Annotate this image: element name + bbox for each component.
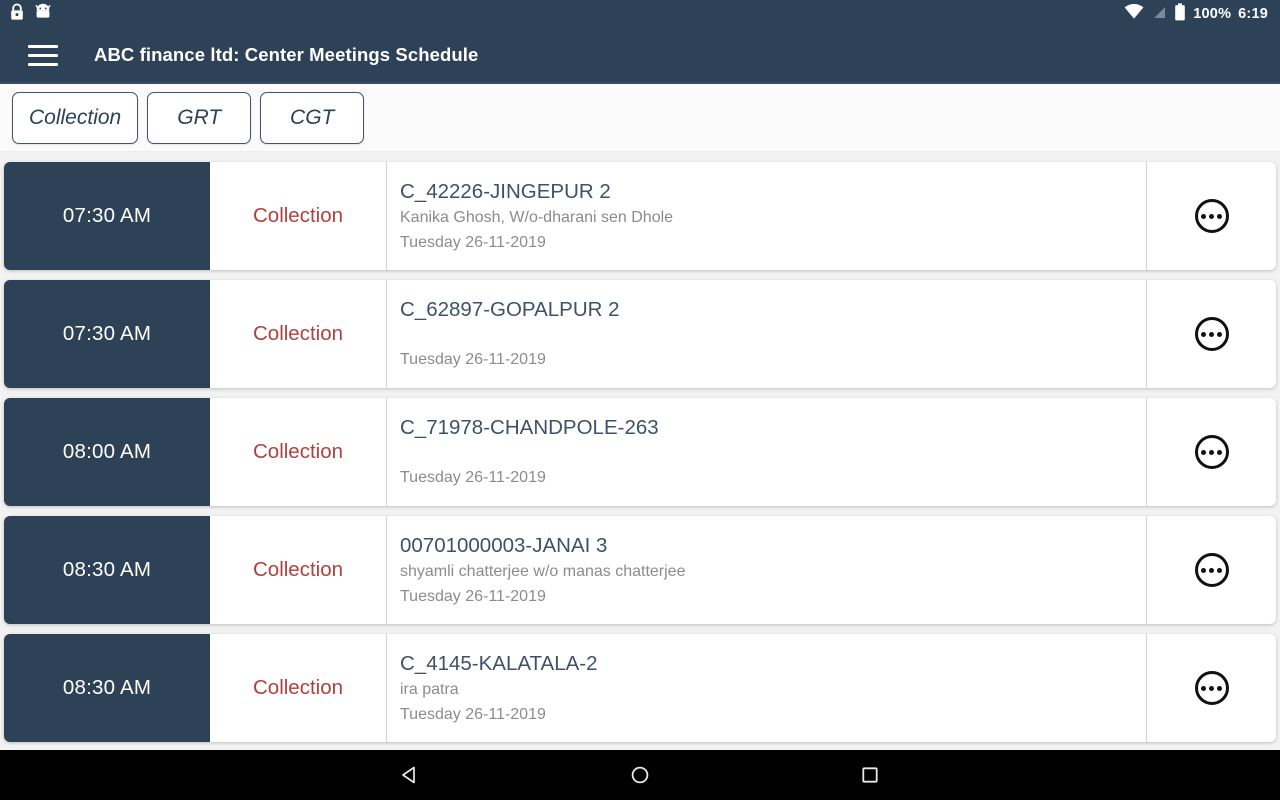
more-options-icon[interactable] (1194, 553, 1229, 587)
filter-tab-bar: Collection GRT CGT (0, 84, 1280, 152)
more-options-icon[interactable] (1194, 671, 1229, 705)
meeting-list[interactable]: 07:30 AM Collection C_42226-JINGEPUR 2 K… (0, 152, 1280, 750)
meeting-contact-name (400, 442, 1146, 466)
meeting-time: 08:30 AM (4, 516, 210, 624)
meeting-type: Collection (210, 162, 387, 270)
meeting-center-name: C_62897-GOPALPUR 2 (400, 298, 620, 322)
meeting-contact-name: Kanika Ghosh, W/o-dharani sen Dhole (400, 208, 674, 226)
meeting-action-cell[interactable] (1147, 516, 1276, 624)
meeting-center-name: 00701000003-JANAI 3 (400, 533, 608, 557)
meeting-date: Tuesday 26-11-2019 (400, 705, 546, 723)
recents-square-icon[interactable] (845, 750, 895, 800)
status-bar-clock: 6:19 (1238, 5, 1268, 22)
signal-off-icon (1151, 4, 1167, 25)
meeting-contact-name (400, 324, 1146, 348)
hamburger-bar (28, 53, 58, 57)
tab-grt[interactable]: GRT (147, 91, 252, 144)
android-robot-icon (34, 3, 52, 26)
tab-cgt[interactable]: CGT (260, 91, 365, 144)
app-root: 100% 6:19 ABC finance ltd: Center Meetin… (0, 0, 1280, 800)
more-options-icon[interactable] (1194, 199, 1229, 233)
meeting-details: C_71978-CHANDPOLE-263 Tuesday 26-11-2019 (387, 398, 1147, 506)
battery-percent-label: 100% (1193, 5, 1232, 22)
meeting-action-cell[interactable] (1147, 280, 1276, 388)
meeting-row[interactable]: 08:30 AM Collection 00701000003-JANAI 3 … (4, 516, 1276, 624)
battery-icon (1174, 2, 1186, 26)
meeting-date: Tuesday 26-11-2019 (400, 351, 546, 369)
meeting-center-name: C_4145-KALATALA-2 (400, 651, 598, 675)
meeting-center-name: C_71978-CHANDPOLE-263 (400, 416, 659, 440)
back-triangle-icon[interactable] (385, 750, 435, 800)
home-circle-icon[interactable] (615, 750, 665, 800)
meeting-time: 07:30 AM (4, 162, 210, 270)
meeting-action-cell[interactable] (1147, 634, 1276, 742)
hamburger-bar (28, 44, 58, 48)
meeting-details: C_42226-JINGEPUR 2 Kanika Ghosh, W/o-dha… (387, 162, 1147, 270)
meeting-details: 00701000003-JANAI 3 shyamli chatterjee w… (387, 516, 1147, 624)
meeting-row[interactable]: 08:30 AM Collection C_4145-KALATALA-2 ir… (4, 634, 1276, 742)
hamburger-menu-icon[interactable] (24, 36, 62, 74)
meeting-type: Collection (210, 398, 387, 506)
app-bar: ABC finance ltd: Center Meetings Schedul… (0, 28, 1280, 84)
android-nav-bar (0, 750, 1280, 800)
meeting-details: C_62897-GOPALPUR 2 Tuesday 26-11-2019 (387, 280, 1147, 388)
page-title: ABC finance ltd: Center Meetings Schedul… (94, 44, 479, 65)
meeting-details: C_4145-KALATALA-2 ira patra Tuesday 26-1… (387, 634, 1147, 742)
meeting-center-name: C_42226-JINGEPUR 2 (400, 179, 611, 203)
meeting-type: Collection (210, 516, 387, 624)
lock-icon (9, 2, 25, 26)
meeting-action-cell[interactable] (1147, 398, 1276, 506)
more-options-icon[interactable] (1194, 435, 1229, 469)
meeting-type: Collection (210, 280, 387, 388)
meeting-row[interactable]: 08:00 AM Collection C_71978-CHANDPOLE-26… (4, 398, 1276, 506)
status-bar-left-icons (9, 2, 52, 26)
meeting-date: Tuesday 26-11-2019 (400, 587, 546, 605)
meeting-contact-name: shyamli chatterjee w/o manas chatterjee (400, 562, 686, 580)
meeting-time: 07:30 AM (4, 280, 210, 388)
tab-collection[interactable]: Collection (12, 91, 139, 144)
meeting-contact-name: ira patra (400, 680, 459, 698)
meeting-time: 08:00 AM (4, 398, 210, 506)
hamburger-bar (28, 62, 58, 66)
meeting-row[interactable]: 07:30 AM Collection C_42226-JINGEPUR 2 K… (4, 162, 1276, 270)
status-bar-right-icons: 100% 6:19 (1124, 2, 1268, 26)
wifi-icon (1124, 3, 1144, 25)
status-bar: 100% 6:19 (0, 0, 1280, 28)
meeting-action-cell[interactable] (1147, 162, 1276, 270)
more-options-icon[interactable] (1194, 317, 1229, 351)
meeting-date: Tuesday 26-11-2019 (400, 469, 546, 487)
meeting-date: Tuesday 26-11-2019 (400, 233, 546, 251)
meeting-time: 08:30 AM (4, 634, 210, 742)
meeting-row[interactable]: 07:30 AM Collection C_62897-GOPALPUR 2 T… (4, 280, 1276, 388)
meeting-type: Collection (210, 634, 387, 742)
